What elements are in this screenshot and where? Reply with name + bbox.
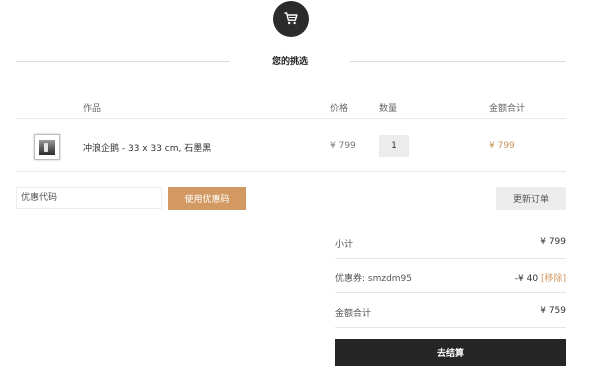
header-quantity: 数量 bbox=[379, 104, 398, 114]
row-divider bbox=[16, 171, 566, 172]
summary-divider bbox=[335, 258, 566, 259]
product-total: ¥ 799 bbox=[489, 141, 515, 151]
apply-coupon-button[interactable]: 使用优惠码 bbox=[168, 187, 246, 210]
discount-row-value: -¥ 40 [移除] bbox=[515, 271, 566, 284]
total-label: 金额合计 bbox=[335, 309, 372, 319]
header-divider bbox=[16, 118, 566, 119]
cart-badge bbox=[273, 1, 309, 37]
product-image bbox=[39, 139, 55, 155]
summary-divider bbox=[335, 292, 566, 293]
coupon-code-input[interactable] bbox=[16, 187, 162, 209]
divider-left bbox=[16, 61, 262, 62]
discount-value: -¥ 40 bbox=[514, 274, 539, 284]
product-price: ¥ 799 bbox=[330, 141, 356, 151]
total-value: ¥ 759 bbox=[540, 306, 566, 316]
summary-divider bbox=[335, 327, 566, 328]
divider-right bbox=[318, 61, 566, 62]
product-name[interactable]: 冲浪企鹅 - 33 x 33 cm, 石墨黑 bbox=[83, 141, 211, 154]
quantity-input[interactable] bbox=[379, 135, 409, 157]
section-title: 您的挑选 bbox=[230, 54, 350, 67]
remove-coupon-link[interactable]: [移除] bbox=[541, 274, 566, 284]
subtotal-value: ¥ 799 bbox=[540, 237, 566, 247]
header-price: 价格 bbox=[330, 104, 349, 114]
header-total: 金额合计 bbox=[489, 104, 526, 114]
discount-label: 优惠券: smzdm95 bbox=[335, 274, 413, 284]
header-product: 作品 bbox=[83, 104, 102, 114]
checkout-button[interactable]: 去结算 bbox=[335, 339, 566, 366]
product-thumbnail[interactable] bbox=[34, 134, 60, 160]
shopping-cart-icon bbox=[284, 10, 298, 29]
update-order-button[interactable]: 更新订单 bbox=[496, 187, 566, 210]
subtotal-label: 小计 bbox=[335, 240, 354, 250]
